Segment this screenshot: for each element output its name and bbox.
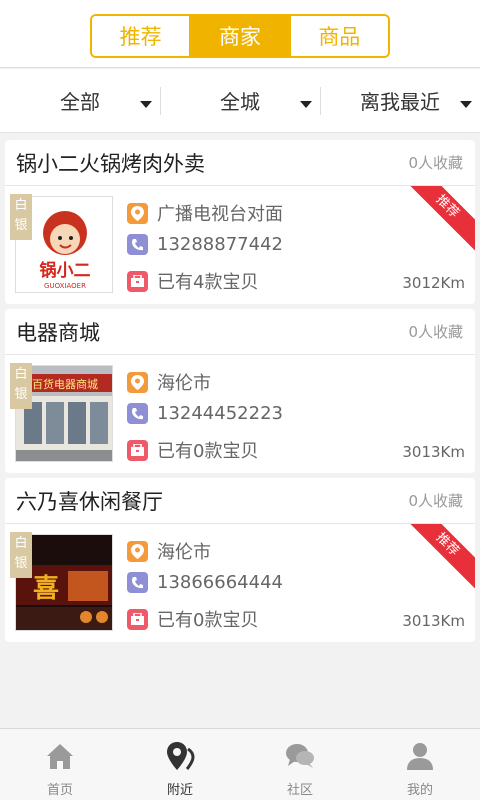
home-icon xyxy=(47,744,73,769)
shop-name: 锅小二火锅烤肉外卖 xyxy=(16,151,205,176)
shop-card[interactable]: 锅小二火锅烤肉外卖 0人收藏 锅小二 GUOXIAOER 白银 推荐 广播电视台… xyxy=(5,140,475,304)
restaurant-sign-text: 喜 xyxy=(33,574,59,604)
filter-bar: 全部 全城 离我最近 xyxy=(0,69,480,133)
filter-sort-label: 离我最近 xyxy=(360,90,440,114)
community-chat-icon xyxy=(286,744,314,768)
nav-nearby[interactable]: 附近 xyxy=(120,729,240,800)
segmented-control: 推荐 商家 商品 xyxy=(90,14,390,58)
address-row: 海伦市 xyxy=(127,369,211,395)
distance: 3013Km xyxy=(402,443,465,461)
location-icon xyxy=(127,371,148,393)
caret-down-icon xyxy=(460,101,472,108)
product-box-icon xyxy=(127,270,148,292)
nav-profile-label: 我的 xyxy=(406,783,433,798)
filter-category-label: 全部 xyxy=(60,90,100,114)
products-row: 已有0款宝贝 xyxy=(127,606,258,632)
nav-profile[interactable]: 我的 xyxy=(360,729,480,800)
tab-products[interactable]: 商品 xyxy=(288,16,388,56)
favorite-count: 0人收藏 xyxy=(408,323,463,341)
recommend-ribbon: 推荐 xyxy=(399,186,475,255)
product-count: 已有0款宝贝 xyxy=(157,610,259,631)
shop-card-body: 锅小二 GUOXIAOER 白银 推荐 广播电视台对面 13288877442 … xyxy=(5,186,475,304)
distance: 3012Km xyxy=(402,274,465,292)
tab-merchants[interactable]: 商家 xyxy=(189,16,289,56)
product-count: 已有4款宝贝 xyxy=(157,272,259,293)
location-icon xyxy=(127,540,148,562)
shop-card-body: 百货电器商城 白银 海伦市 13244452223 已有0款宝贝 3013Km xyxy=(5,355,475,473)
top-tab-bar: 推荐 商家 商品 xyxy=(0,0,480,68)
favorite-count: 0人收藏 xyxy=(408,492,463,510)
filter-category-dropdown[interactable]: 全部 xyxy=(0,69,160,132)
store-sign-text: 百货电器商城 xyxy=(32,377,98,391)
profile-icon xyxy=(407,743,433,770)
address-row: 海伦市 xyxy=(127,538,211,564)
filter-area-dropdown[interactable]: 全城 xyxy=(160,69,320,132)
phone-icon xyxy=(127,572,148,593)
phone-number: 13244452223 xyxy=(157,403,283,424)
phone-row[interactable]: 13866664444 xyxy=(127,572,283,593)
filter-area-label: 全城 xyxy=(220,90,260,114)
address-text: 海伦市 xyxy=(157,542,211,563)
address-row: 广播电视台对面 xyxy=(127,200,283,226)
location-icon xyxy=(127,202,148,224)
nav-community-label: 社区 xyxy=(286,783,313,798)
product-count: 已有0款宝贝 xyxy=(157,441,259,462)
filter-sort-dropdown[interactable]: 离我最近 xyxy=(320,69,480,132)
nav-home[interactable]: 首页 xyxy=(0,729,120,800)
shop-name: 六乃喜休闲餐厅 xyxy=(16,489,163,514)
nearby-pin-icon xyxy=(167,742,195,770)
nav-nearby-label: 附近 xyxy=(166,783,193,798)
product-box-icon xyxy=(127,439,148,461)
shop-card-body: 喜 白银 推荐 海伦市 13866664444 已有0款宝贝 3013Km xyxy=(5,524,475,642)
address-text: 广播电视台对面 xyxy=(157,204,283,225)
nav-home-label: 首页 xyxy=(46,783,73,798)
phone-number: 13288877442 xyxy=(157,234,283,255)
phone-row[interactable]: 13244452223 xyxy=(127,403,283,424)
tab-recommend[interactable]: 推荐 xyxy=(92,16,190,56)
shop-card-header: 六乃喜休闲餐厅 0人收藏 xyxy=(5,478,475,524)
shop-card-header: 电器商城 0人收藏 xyxy=(5,309,475,355)
product-box-icon xyxy=(127,608,148,630)
phone-icon xyxy=(127,234,148,255)
nav-community[interactable]: 社区 xyxy=(240,729,360,800)
address-text: 海伦市 xyxy=(157,373,211,394)
shop-name: 电器商城 xyxy=(16,320,100,345)
tier-badge: 白银 xyxy=(10,532,32,578)
recommend-ribbon: 推荐 xyxy=(399,524,475,593)
distance: 3013Km xyxy=(402,612,465,630)
shop-card-header: 锅小二火锅烤肉外卖 0人收藏 xyxy=(5,140,475,186)
logo-text: 锅小二 xyxy=(40,260,91,281)
products-row: 已有4款宝贝 xyxy=(127,268,258,294)
caret-down-icon xyxy=(300,101,312,108)
favorite-count: 0人收藏 xyxy=(408,154,463,172)
caret-down-icon xyxy=(140,101,152,108)
bottom-nav: 首页 附近 社区 我的 xyxy=(0,728,480,800)
phone-icon xyxy=(127,403,148,424)
logo-subtext: GUOXIAOER xyxy=(44,282,86,290)
products-row: 已有0款宝贝 xyxy=(127,437,258,463)
tier-badge: 白银 xyxy=(10,194,32,240)
shop-card[interactable]: 电器商城 0人收藏 百货电器商城 白银 海伦市 13244452223 已有0款… xyxy=(5,309,475,473)
shop-card[interactable]: 六乃喜休闲餐厅 0人收藏 喜 白银 推荐 海伦市 13866664444 已有0… xyxy=(5,478,475,642)
tier-badge: 白银 xyxy=(10,363,32,409)
phone-number: 13866664444 xyxy=(157,572,283,593)
phone-row[interactable]: 13288877442 xyxy=(127,234,283,255)
